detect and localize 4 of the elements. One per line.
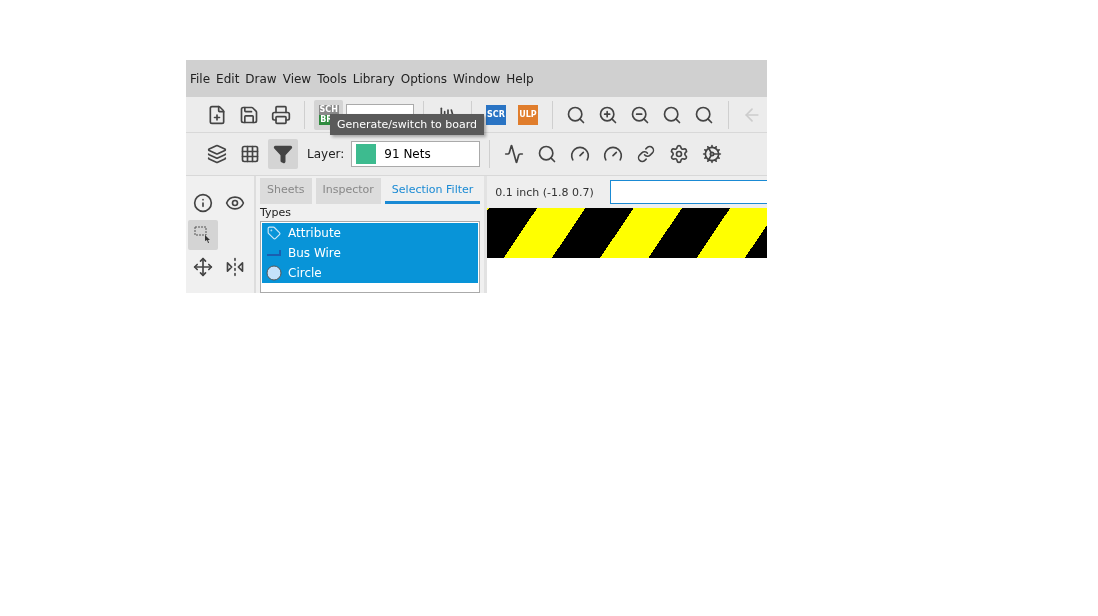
tooltip: Generate/switch to board [330,114,484,135]
types-label: Types [259,205,292,221]
layer-label: Layer: [307,147,345,161]
coordinates: 0.1 inch (-1.8 0.7) [495,185,594,199]
